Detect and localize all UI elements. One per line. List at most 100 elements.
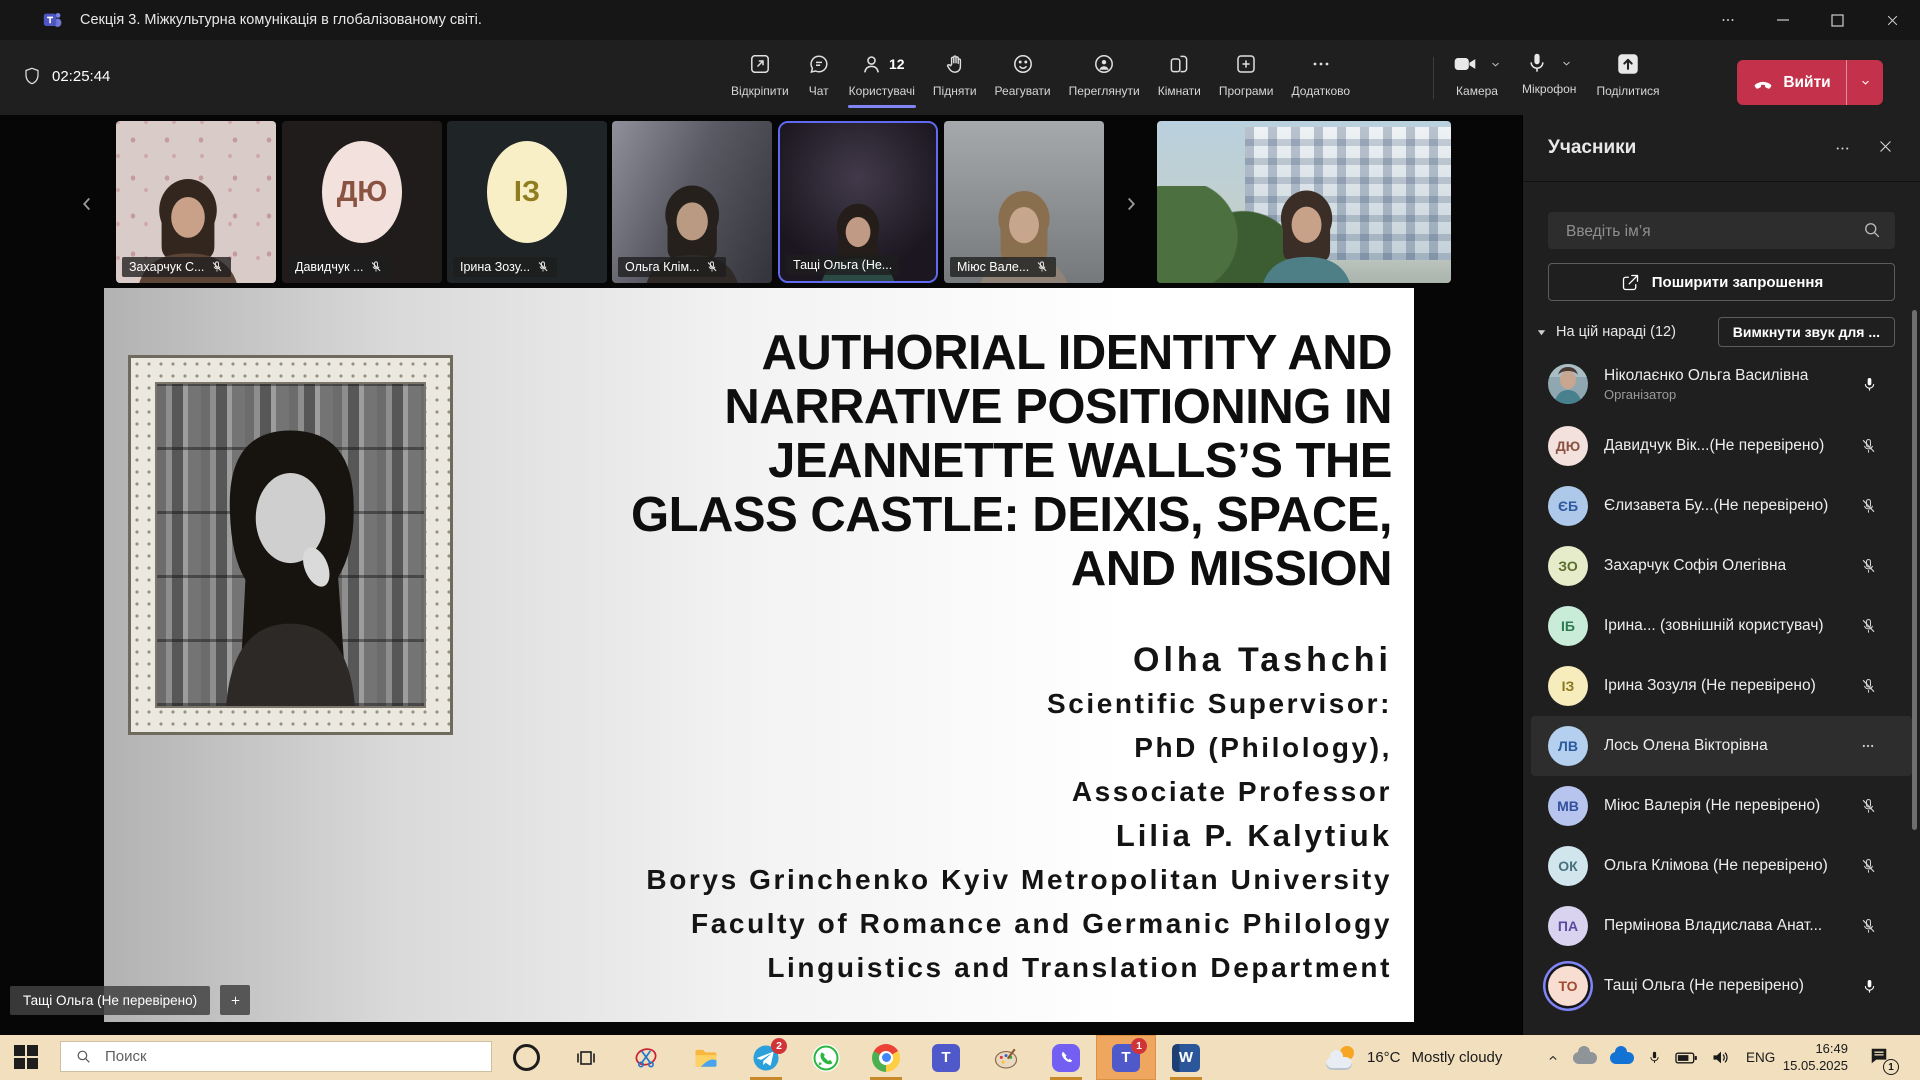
video-tile[interactable]: Міюс Вале... — [944, 121, 1104, 283]
toolbar-item-rooms[interactable]: Кімнати — [1149, 49, 1210, 100]
participant-row[interactable]: ДЮДавидчук Вік...(Не перевірено) — [1523, 416, 1920, 476]
mic-off-icon[interactable] — [1859, 557, 1878, 576]
battery-icon[interactable] — [1675, 1051, 1698, 1065]
toolbar-item-hand[interactable]: Підняти — [924, 49, 986, 100]
share-invite-button[interactable]: Поширити запрошення — [1548, 263, 1895, 301]
section-triangle-down-icon[interactable] — [1536, 327, 1547, 338]
titlebar-more-icon[interactable] — [1700, 0, 1755, 40]
taskbar-app-cortana[interactable] — [496, 1035, 556, 1080]
toolbar-item-unpin[interactable]: Відкріпити — [722, 49, 798, 100]
panel-more-icon[interactable] — [1833, 139, 1852, 158]
notification-center-button[interactable]: 1 — [1868, 1046, 1890, 1071]
toolbar-item-chat[interactable]: Чат — [798, 49, 840, 100]
speaker-icon[interactable] — [1711, 1049, 1731, 1066]
mic-on-icon[interactable] — [1861, 375, 1878, 394]
toolbar-item-apps[interactable]: Програми — [1210, 49, 1283, 100]
chevron-down-icon[interactable] — [1560, 57, 1573, 70]
taskbar-app-viber[interactable] — [1036, 1035, 1096, 1080]
participant-row[interactable]: ОКОльга Клімова (Не перевірено) — [1523, 836, 1920, 896]
toolbar-item-people[interactable]: 12Користувачі — [840, 49, 924, 100]
mic-off-icon[interactable] — [1859, 497, 1878, 516]
video-tile[interactable]: Захарчук С... — [116, 121, 276, 283]
more-options-icon[interactable] — [1858, 736, 1878, 756]
taskbar-search-input[interactable] — [103, 1047, 491, 1066]
teams-meeting-window: Секція 3. Міжкультурна комунікація в гло… — [0, 0, 1920, 1080]
taskbar-app-snipping[interactable] — [616, 1035, 676, 1080]
mic-off-icon[interactable] — [1859, 677, 1878, 696]
mic-off-icon[interactable] — [1859, 437, 1878, 456]
active-speaker-name: Тащі Ольга (Не перевірено) — [10, 986, 210, 1015]
taskbar-search-box[interactable] — [60, 1041, 492, 1072]
maximize-button[interactable] — [1810, 0, 1865, 40]
mic-off-icon[interactable] — [1859, 617, 1878, 636]
panel-scrollbar[interactable] — [1912, 310, 1917, 830]
participant-row[interactable]: ІБІрина... (зовнішній користувач) — [1523, 596, 1920, 656]
taskbar-app-teams-meeting[interactable]: T1 — [1096, 1035, 1156, 1080]
toolbar-device-camera[interactable]: Камера — [1446, 49, 1508, 100]
participant-row[interactable]: Ніколаєнко Ольга ВасилівнаОрганізатор — [1523, 352, 1920, 416]
paint-icon — [992, 1044, 1020, 1072]
pin-add-button[interactable] — [220, 985, 250, 1015]
snipping-icon — [633, 1045, 659, 1071]
video-tile[interactable]: Тащі Ольга (Не... — [778, 121, 938, 283]
taskbar-weather[interactable]: 16°C Mostly cloudy — [1326, 1035, 1502, 1080]
explorer-icon — [692, 1044, 720, 1072]
toolbar-device-mic[interactable]: Мікрофон — [1516, 49, 1582, 100]
panel-close-icon[interactable] — [1877, 138, 1894, 155]
video-tile[interactable]: ДЮДавидчук ... — [282, 121, 442, 283]
toolbar-device-share-screen[interactable]: Поділитися — [1590, 49, 1665, 100]
participant-row[interactable]: ЄБЄлизавета Бу...(Не перевірено) — [1523, 476, 1920, 536]
onedrive-gray-cloud-icon[interactable] — [1573, 1052, 1597, 1064]
teams-icon: T — [932, 1044, 960, 1072]
minimize-button[interactable] — [1755, 0, 1810, 40]
taskbar-app-teams[interactable]: T — [916, 1035, 976, 1080]
onedrive-blue-cloud-icon[interactable] — [1610, 1052, 1634, 1064]
avatar: ОК — [1548, 846, 1588, 886]
taskbar-app-explorer[interactable] — [676, 1035, 736, 1080]
video-tile[interactable]: Ольга Клім... — [612, 121, 772, 283]
toolbar-item-more[interactable]: Додатково — [1283, 49, 1360, 100]
video-tile[interactable]: ІЗІрина Зозу... — [447, 121, 607, 283]
tray-chevron-up-icon[interactable] — [1546, 1051, 1560, 1065]
tray-microphone-icon[interactable] — [1647, 1049, 1662, 1066]
participant-row[interactable]: ІЗІрина Зозуля (Не перевірено) — [1523, 656, 1920, 716]
room-person-silhouette — [1236, 182, 1377, 283]
participant-row[interactable]: ТОТащі Ольга (Не перевірено) — [1523, 956, 1920, 1016]
taskbar-app-telegram[interactable]: 2 — [736, 1035, 796, 1080]
close-button[interactable] — [1865, 0, 1920, 40]
tile-name-label: Міюс Вале... — [950, 257, 1056, 277]
taskbar-app-chrome[interactable] — [856, 1035, 916, 1080]
mic-on-icon[interactable] — [1861, 977, 1878, 996]
telegram-badge: 2 — [771, 1038, 787, 1054]
participant-search-field[interactable] — [1548, 212, 1895, 249]
mic-off-icon[interactable] — [1859, 797, 1878, 816]
participant-role: Організатор — [1604, 387, 1851, 402]
mic-off-icon[interactable] — [1859, 857, 1878, 876]
filmstrip-scroll-right-icon[interactable] — [1120, 193, 1142, 215]
slide-body-line: Faculty of Romance and Germanic Philolog… — [646, 902, 1392, 946]
titlebar: Секція 3. Міжкультурна комунікація в гло… — [0, 0, 1920, 40]
taskbar-app-whatsapp[interactable] — [796, 1035, 856, 1080]
language-indicator[interactable]: ENG — [1746, 1050, 1775, 1065]
participant-row[interactable]: ПАПермінова Владислава Анат... — [1523, 896, 1920, 956]
leave-chevron-down-icon[interactable] — [1847, 76, 1883, 89]
mic-off-icon[interactable] — [1859, 917, 1878, 936]
chevron-down-icon[interactable] — [1489, 58, 1502, 71]
leave-button[interactable]: Вийти — [1737, 60, 1883, 105]
toolbar-item-smiley[interactable]: Реагувати — [986, 49, 1060, 100]
filmstrip-scroll-left-icon[interactable] — [76, 193, 98, 215]
taskbar-clock[interactable]: 16:49 15.05.2025 — [1772, 1040, 1848, 1074]
mute-all-button[interactable]: Вимкнути звук для ... — [1718, 317, 1895, 347]
taskbar-app-taskview[interactable] — [556, 1035, 616, 1080]
start-button[interactable] — [14, 1045, 39, 1070]
taskbar-app-paint[interactable] — [976, 1035, 1036, 1080]
taskbar-app-word[interactable]: W — [1156, 1035, 1216, 1080]
participant-row[interactable]: ЛВЛось Олена Вікторівна — [1531, 716, 1912, 776]
avatar: ПА — [1548, 906, 1588, 946]
room-camera-tile[interactable] — [1157, 121, 1451, 283]
participant-search-input[interactable] — [1564, 212, 1851, 251]
toolbar-item-label: Чат — [809, 84, 829, 98]
participant-row[interactable]: МВМіюс Валерія (Не перевірено) — [1523, 776, 1920, 836]
participant-row[interactable]: ЗОЗахарчук Софія Олегівна — [1523, 536, 1920, 596]
toolbar-item-view[interactable]: Переглянути — [1060, 49, 1149, 100]
